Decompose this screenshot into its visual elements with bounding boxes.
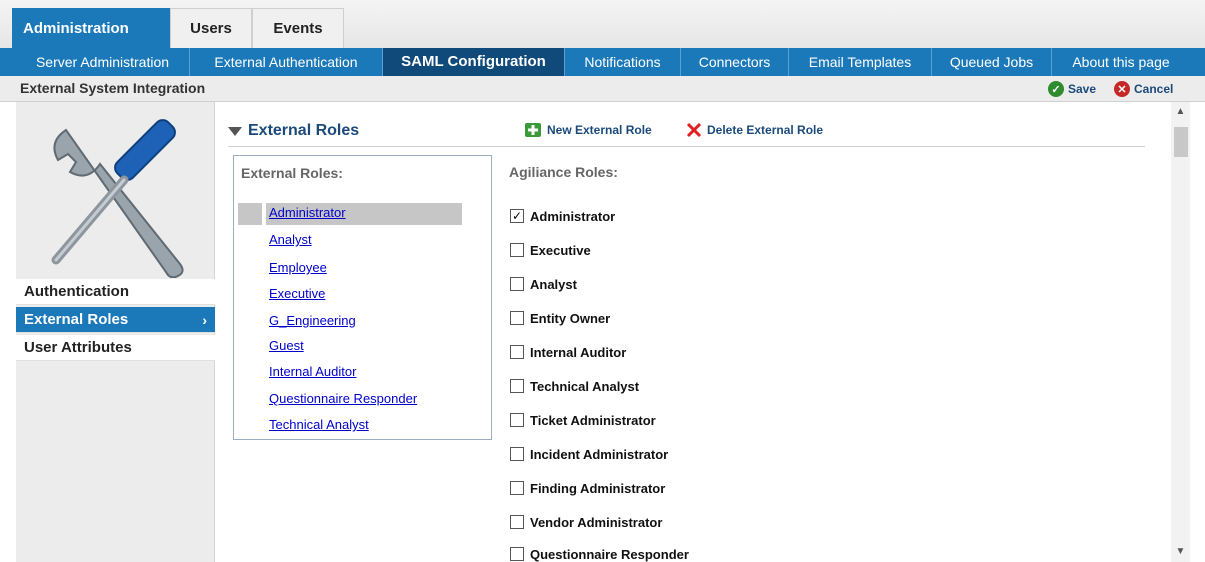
checkbox[interactable] bbox=[510, 379, 524, 393]
role-checkbox-row[interactable]: Vendor Administrator bbox=[510, 513, 662, 531]
list-item[interactable]: G_Engineering bbox=[269, 313, 356, 333]
role-checkbox-row[interactable]: Technical Analyst bbox=[510, 377, 639, 395]
role-checkbox-row[interactable]: Incident Administrator bbox=[510, 445, 668, 463]
role-checkbox-row[interactable]: Finding Administrator bbox=[510, 479, 665, 497]
external-roles-list: External Roles: Administrator Analyst Em… bbox=[233, 155, 492, 440]
role-label: Executive bbox=[530, 242, 591, 258]
sidebar-item-label: Authentication bbox=[24, 283, 129, 300]
role-label: Finding Administrator bbox=[530, 480, 666, 496]
list-item[interactable]: Employee bbox=[269, 260, 327, 280]
checkbox[interactable]: ✓ bbox=[510, 209, 524, 223]
role-label: Administrator bbox=[530, 208, 616, 224]
checkbox[interactable] bbox=[510, 243, 524, 257]
check-icon: ✓ bbox=[1048, 81, 1064, 97]
role-checkbox-row[interactable]: Questionnaire Responder bbox=[510, 545, 689, 562]
checkbox[interactable] bbox=[510, 481, 524, 495]
list-item[interactable]: Questionnaire Responder bbox=[269, 391, 417, 411]
sidebar-item-authentication[interactable]: Authentication bbox=[16, 279, 215, 305]
nav-email-templates[interactable]: Email Templates bbox=[789, 48, 932, 76]
chevron-right-icon: › bbox=[202, 312, 207, 328]
section-title: External Roles bbox=[248, 122, 360, 139]
cancel-button[interactable]: ✕ Cancel bbox=[1114, 81, 1173, 97]
list-item[interactable]: Guest bbox=[269, 338, 304, 358]
nav-queued-jobs[interactable]: Queued Jobs bbox=[932, 48, 1052, 76]
role-label: Internal Auditor bbox=[530, 344, 627, 360]
list-item[interactable]: Technical Analyst bbox=[269, 417, 369, 437]
divider bbox=[228, 146, 1145, 147]
role-label: Analyst bbox=[530, 276, 577, 292]
top-tab-bar: Administration Users Events bbox=[0, 0, 1205, 48]
sidebar-item-user-attributes[interactable]: User Attributes bbox=[16, 335, 215, 361]
list-item[interactable]: Internal Auditor bbox=[269, 364, 356, 384]
checkbox[interactable] bbox=[510, 413, 524, 427]
collapse-triangle-icon[interactable] bbox=[228, 126, 242, 136]
nav-server-administration[interactable]: Server Administration bbox=[16, 48, 190, 76]
checkbox[interactable] bbox=[510, 277, 524, 291]
role-checkbox-row[interactable]: ✓ Administrator bbox=[510, 207, 615, 225]
scroll-down-arrow-icon[interactable]: ▼ bbox=[1171, 546, 1190, 560]
new-role-label: New External Role bbox=[547, 123, 652, 137]
list-item[interactable]: Analyst bbox=[269, 232, 312, 252]
agiliance-roles-heading: Agiliance Roles: bbox=[509, 164, 618, 180]
nav-saml-configuration[interactable]: SAML Configuration bbox=[383, 48, 565, 76]
page-title: External System Integration bbox=[20, 80, 206, 96]
sidebar-item-label: User Attributes bbox=[24, 339, 132, 356]
scroll-up-arrow-icon[interactable]: ▲ bbox=[1171, 106, 1190, 120]
role-checkbox-row[interactable]: Analyst bbox=[510, 275, 577, 293]
checkbox[interactable] bbox=[510, 345, 524, 359]
sidebar-item-label: External Roles bbox=[24, 311, 129, 328]
nav-external-authentication[interactable]: External Authentication bbox=[190, 48, 383, 76]
nav-notifications[interactable]: Notifications bbox=[565, 48, 681, 76]
sidebar-item-external-roles[interactable]: External Roles › bbox=[16, 307, 215, 333]
new-external-role-button[interactable]: New External Role bbox=[524, 122, 652, 138]
role-checkbox-row[interactable]: Ticket Administrator bbox=[510, 411, 656, 429]
delete-external-role-button[interactable]: Delete External Role bbox=[686, 122, 823, 138]
sub-navigation: Server Administration External Authentic… bbox=[0, 48, 1205, 76]
tab-administration[interactable]: Administration bbox=[12, 8, 170, 48]
vertical-scrollbar[interactable]: ▲ ▼ bbox=[1171, 102, 1190, 562]
delete-role-label: Delete External Role bbox=[707, 123, 824, 137]
close-icon: ✕ bbox=[1114, 81, 1130, 97]
role-checkbox-row[interactable]: Executive bbox=[510, 241, 591, 259]
role-label: Incident Administrator bbox=[530, 446, 669, 462]
tab-users[interactable]: Users bbox=[170, 8, 252, 48]
save-button[interactable]: ✓ Save bbox=[1048, 81, 1096, 97]
checkbox[interactable] bbox=[510, 515, 524, 529]
checkbox[interactable] bbox=[510, 547, 524, 561]
save-label: Save bbox=[1068, 82, 1097, 96]
main-content: External Roles New External Role Delete … bbox=[216, 102, 1205, 562]
tools-icon bbox=[51, 119, 184, 278]
external-roles-heading: External Roles: bbox=[241, 165, 343, 181]
role-label: Vendor Administrator bbox=[530, 514, 663, 530]
role-checkbox-row[interactable]: Entity Owner bbox=[510, 309, 610, 327]
delete-icon bbox=[686, 122, 702, 138]
role-label: Entity Owner bbox=[530, 310, 611, 326]
nav-connectors[interactable]: Connectors bbox=[681, 48, 789, 76]
title-bar: External System Integration ✓ Save ✕ Can… bbox=[0, 76, 1205, 102]
nav-about-this-page[interactable]: About this page bbox=[1052, 48, 1190, 76]
scroll-thumb[interactable] bbox=[1174, 127, 1188, 157]
checkbox[interactable] bbox=[510, 311, 524, 325]
role-checkbox-row[interactable]: Internal Auditor bbox=[510, 343, 626, 361]
left-panel: Authentication External Roles › User Att… bbox=[16, 102, 215, 562]
cancel-label: Cancel bbox=[1134, 82, 1174, 96]
role-label: Ticket Administrator bbox=[530, 412, 656, 428]
list-item[interactable]: Executive bbox=[269, 286, 325, 306]
list-item[interactable]: Administrator bbox=[269, 205, 346, 225]
role-label: Questionnaire Responder bbox=[530, 546, 689, 562]
checkbox[interactable] bbox=[510, 447, 524, 461]
section-header[interactable]: External Roles bbox=[228, 122, 359, 140]
add-icon bbox=[525, 123, 541, 137]
role-label: Technical Analyst bbox=[530, 378, 640, 394]
tab-events[interactable]: Events bbox=[252, 8, 344, 48]
